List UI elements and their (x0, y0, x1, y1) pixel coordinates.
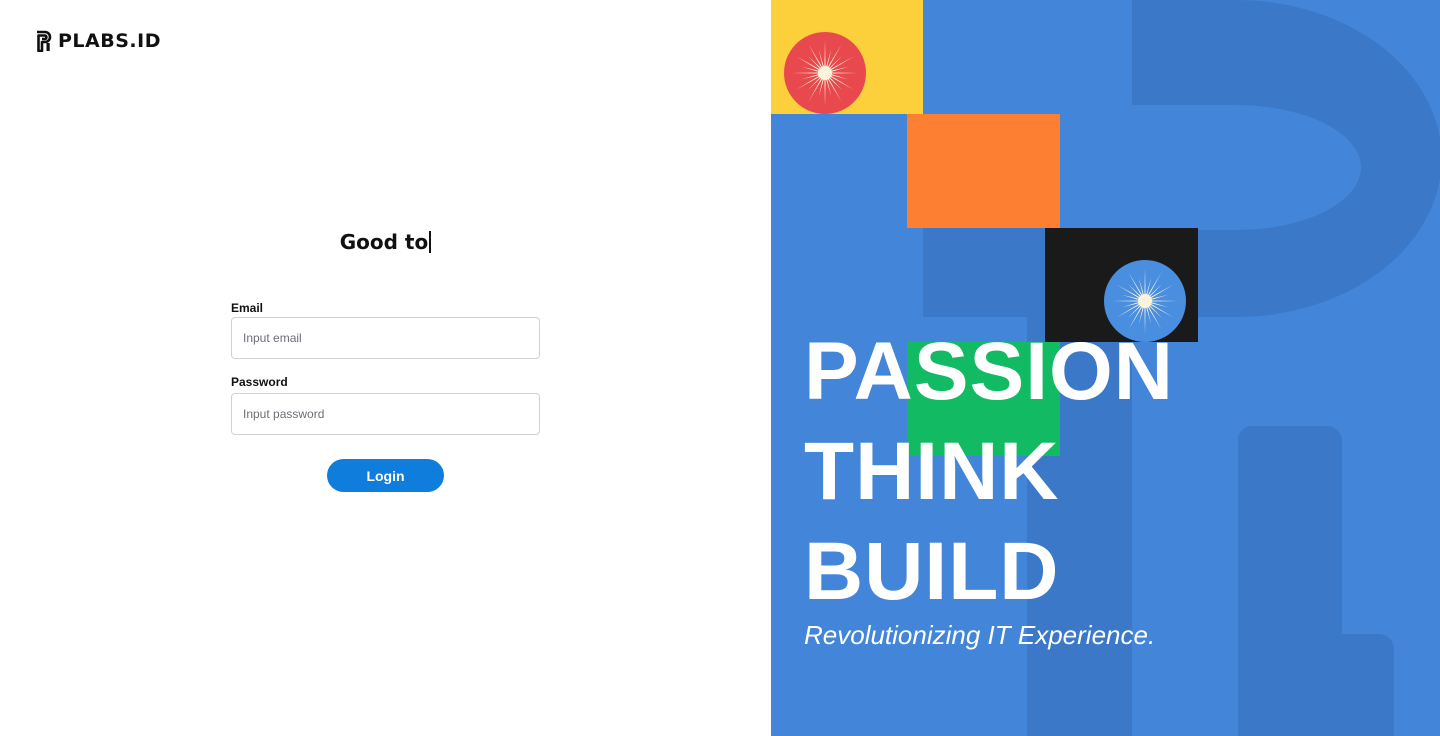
greeting-heading: Good to (0, 230, 771, 254)
typing-cursor (429, 231, 432, 253)
login-panel: PLABS.ID Good to Email Password Login (0, 0, 771, 736)
greeting-text: Good to (339, 230, 429, 254)
headline-build: BUILD (804, 526, 1060, 617)
brand-logo[interactable]: PLABS.ID (36, 30, 161, 52)
starburst-icon (784, 32, 866, 114)
orange-block (907, 114, 1060, 228)
email-field[interactable] (231, 317, 540, 359)
plabs-logo-icon (37, 30, 52, 52)
login-button[interactable]: Login (327, 459, 444, 492)
headline-passion: PASSION (804, 326, 1174, 417)
password-field[interactable] (231, 393, 540, 435)
email-label: Email (231, 301, 264, 315)
brand-name: PLABS.ID (58, 30, 161, 52)
hero-panel: PASSION THINK BUILD Revolutionizing IT E… (771, 0, 1440, 736)
headline-think: THINK (804, 426, 1060, 517)
hero-tagline: Revolutionizing IT Experience. (804, 620, 1156, 650)
login-form: Email Password (231, 300, 540, 435)
password-label: Password (231, 375, 288, 389)
